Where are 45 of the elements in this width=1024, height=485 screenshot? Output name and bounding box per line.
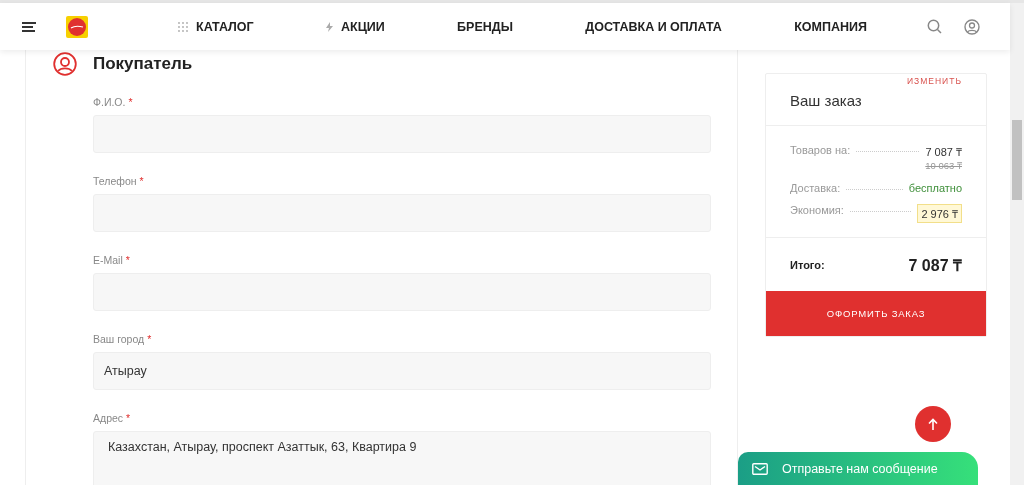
scrollbar[interactable] [1010,3,1024,485]
nav-link[interactable]: ДОСТАВКА И ОПЛАТА [585,19,722,34]
summary-value: 7 087 ₸ [925,145,962,159]
summary-label: Экономия: [790,204,844,216]
grid-icon [178,21,188,32]
nav-link[interactable]: БРЕНДЫ [457,19,513,34]
field-label: Ф.И.О. [93,96,126,108]
required-mark: * [147,333,152,345]
section-title: Покупатель [93,54,193,74]
card-title: Ваш заказ [790,92,863,109]
field-label: Телефон [93,175,137,187]
lightning-icon [326,21,333,32]
leader-line [846,189,903,190]
summary-label: Товаров на: [790,144,851,156]
required-mark: * [126,412,131,424]
input-field[interactable]: Атырау [93,352,711,390]
old-price: 10 063 ₸ [925,159,962,172]
nav-link[interactable]: АКЦИИ [326,19,385,34]
leader-line [856,151,920,152]
logo-icon[interactable] [66,15,88,38]
envelope-icon [752,462,768,475]
nav-link[interactable]: КАТАЛОГ [178,19,254,34]
summary-label: Доставка: [790,182,841,194]
field-label: Адрес [93,412,124,424]
summary-value: бесплатно [908,182,962,194]
arrow-up-icon [928,417,938,431]
checkout-button[interactable]: ОФОРМИТЬ ЗАКАЗ [766,291,986,336]
user-icon[interactable] [964,18,980,35]
total-label: Итого: [790,259,825,271]
total-value: 7 087 ₸ [908,256,962,276]
address-field[interactable]: Казахстан, Атырау, проспект Азаттык, 63, Квартира 9 [93,431,711,485]
required-mark: * [139,175,144,187]
nav-link[interactable]: КОМПАНИЯ [794,19,867,34]
savings-badge: 2 976 ₸ [917,204,962,223]
required-mark: * [128,96,133,108]
search-icon[interactable] [927,19,942,34]
field-label: E-Mail [93,254,123,266]
field-label: Ваш город [93,333,145,345]
scroll-up-button[interactable] [915,406,951,442]
user-icon [53,52,77,76]
scrollbar-thumb[interactable] [1012,120,1022,200]
required-mark: * [125,254,130,266]
edit-link[interactable]: ИЗМЕНИТЬ [907,76,962,86]
leader-line [849,211,912,212]
menu-icon[interactable] [22,21,36,32]
